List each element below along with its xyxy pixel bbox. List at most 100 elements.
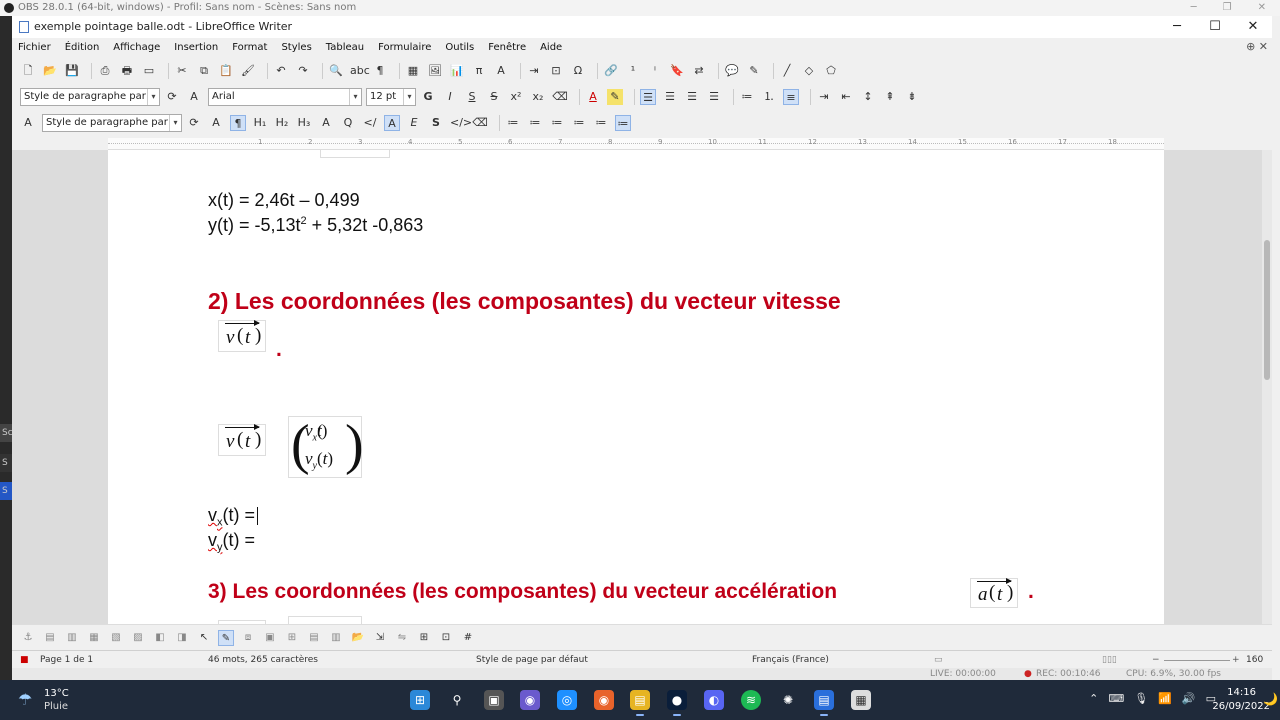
- status-language[interactable]: Français (France): [752, 651, 829, 669]
- obs-maximize-icon[interactable]: ❐: [1223, 0, 1232, 16]
- number-list-icon[interactable]: ≔: [527, 115, 543, 131]
- vy-line[interactable]: vy(t) =: [208, 530, 255, 554]
- insert-formula-icon[interactable]: π: [471, 63, 487, 79]
- insert-image-icon[interactable]: 🖼: [427, 63, 443, 79]
- status-selection-icon[interactable]: ▭: [934, 651, 943, 669]
- text-body-icon[interactable]: A: [318, 115, 334, 131]
- file-explorer-icon[interactable]: ▤: [630, 690, 650, 716]
- minimize-button[interactable]: ─: [1158, 16, 1196, 38]
- weather-condition[interactable]: Pluie: [44, 701, 68, 712]
- dash-list-icon[interactable]: ≔: [593, 115, 609, 131]
- weather-temperature[interactable]: 13°C: [44, 688, 69, 699]
- formula-vector-v-2[interactable]: v ( t ): [218, 424, 266, 456]
- no-list-icon[interactable]: ≔: [615, 115, 631, 131]
- italic-button[interactable]: I: [442, 89, 458, 105]
- helplines-icon[interactable]: #: [460, 630, 476, 646]
- quotations-icon[interactable]: Q: [340, 115, 356, 131]
- export-icon[interactable]: ⇲: [372, 630, 388, 646]
- page-break-icon[interactable]: ⇥: [526, 63, 542, 79]
- footnote-icon[interactable]: ¹: [625, 63, 641, 79]
- microphone-icon[interactable]: 🎙: [1134, 692, 1148, 705]
- menu-affichage[interactable]: Affichage: [113, 38, 160, 58]
- subscript-button[interactable]: x₂: [530, 89, 546, 105]
- clock-date[interactable]: 26/09/2022: [1212, 701, 1270, 712]
- spelling-icon[interactable]: abc: [350, 63, 370, 79]
- discord-icon[interactable]: ◐: [704, 690, 724, 710]
- wrap-left-icon[interactable]: ▨: [130, 630, 146, 646]
- scrollbar-thumb[interactable]: [1264, 240, 1270, 380]
- styles-icon[interactable]: A: [20, 115, 36, 131]
- line-spacing-icon[interactable]: ↕: [860, 89, 876, 105]
- font-color-icon[interactable]: A: [585, 89, 601, 105]
- save-icon[interactable]: 💾: [64, 63, 80, 79]
- wrap-page-icon[interactable]: ▦: [86, 630, 102, 646]
- bring-to-front-icon[interactable]: ◧: [152, 630, 168, 646]
- wrap-optimal-icon[interactable]: ▧: [108, 630, 124, 646]
- cut-off-formula-object-3[interactable]: [288, 616, 362, 624]
- increase-paragraph-spacing-icon[interactable]: ⇞: [882, 89, 898, 105]
- strong-emphasis-icon[interactable]: S: [428, 115, 444, 131]
- cross-reference-icon[interactable]: ⇄: [691, 63, 707, 79]
- close-button[interactable]: ✕: [1234, 16, 1272, 38]
- menu-format[interactable]: Format: [232, 38, 267, 58]
- wrap-icon[interactable]: ▤: [42, 630, 58, 646]
- insert-textbox-icon[interactable]: A: [493, 63, 509, 79]
- weather-rain-icon[interactable]: ☂: [18, 690, 32, 709]
- find-replace-icon[interactable]: 🔍: [328, 63, 344, 79]
- menu-styles[interactable]: Styles: [281, 38, 311, 58]
- strikethrough-button[interactable]: S: [486, 89, 502, 105]
- document-page[interactable]: x(t) = 2,46t – 0,499 y(t) = -5,13t2 + 5,…: [108, 150, 1164, 624]
- obs-left-panel-item[interactable]: S: [0, 454, 12, 472]
- new-style-icon[interactable]: A: [186, 89, 202, 105]
- align-right-icon[interactable]: ☰: [684, 89, 700, 105]
- new-style-icon[interactable]: A: [208, 115, 224, 131]
- notification-icon[interactable]: 🌙: [1263, 692, 1278, 706]
- volume-icon[interactable]: 🔊: [1182, 692, 1196, 705]
- keyboard-icon[interactable]: ⌨: [1108, 692, 1124, 705]
- status-word-count[interactable]: 46 mots, 265 caractères: [208, 651, 318, 669]
- draw-functions-icon[interactable]: ⬠: [823, 63, 839, 79]
- update-icon[interactable]: ⊕: [1246, 40, 1255, 53]
- obs-minimize-icon[interactable]: ─: [1191, 0, 1197, 16]
- redo-icon[interactable]: ↷: [295, 63, 311, 79]
- chevron-down-icon[interactable]: ▾: [147, 89, 159, 105]
- underline-button[interactable]: S: [464, 89, 480, 105]
- status-page-style[interactable]: Style de page par défaut: [476, 651, 588, 669]
- arrange-icon[interactable]: ▤: [306, 630, 322, 646]
- align-left-icon[interactable]: ☰: [640, 89, 656, 105]
- highlight-color-icon[interactable]: ✎: [607, 89, 623, 105]
- horizontal-ruler[interactable]: 1 2 3 4 5 6 7 8 9 10 11 12 13 14 15 16 1…: [108, 138, 1164, 150]
- wrap-off-icon[interactable]: ▥: [64, 630, 80, 646]
- send-to-back-icon[interactable]: ◨: [174, 630, 190, 646]
- font-size-combo[interactable]: 12 pt ▾: [366, 88, 416, 106]
- select-pointer-icon[interactable]: ↖: [196, 630, 212, 646]
- obs-close-icon[interactable]: ✕: [1258, 0, 1266, 16]
- paragraph-style-combo[interactable]: Style de paragraphe par déf ▾: [20, 88, 160, 106]
- grid-icon[interactable]: ⊞: [416, 630, 432, 646]
- open-folder-icon[interactable]: 📂: [350, 630, 366, 646]
- group-icon[interactable]: ⧈: [240, 630, 256, 646]
- hyperlink-icon[interactable]: 🔗: [603, 63, 619, 79]
- decrease-paragraph-spacing-icon[interactable]: ⇟: [904, 89, 920, 105]
- formula-vector-components[interactable]: ( vx(t) vy(t) ): [288, 414, 364, 478]
- obs-left-panel-item[interactable]: Sc: [0, 424, 13, 442]
- clock-time[interactable]: 14:16: [1227, 687, 1256, 698]
- menu-fenetre[interactable]: Fenêtre: [488, 38, 526, 58]
- bold-button[interactable]: G: [420, 89, 436, 105]
- snap-grid-icon[interactable]: ⊡: [438, 630, 454, 646]
- default-character-icon[interactable]: A: [384, 115, 400, 131]
- bookmark-icon[interactable]: 🔖: [669, 63, 685, 79]
- anchor-icon[interactable]: ⚓: [20, 630, 36, 646]
- status-signature-icon[interactable]: ■: [20, 651, 29, 669]
- vertical-scrollbar[interactable]: [1262, 150, 1272, 624]
- wifi-icon[interactable]: 📶: [1158, 692, 1172, 705]
- formatting-marks-icon[interactable]: ¶: [372, 63, 388, 79]
- increase-indent-icon[interactable]: ⇥: [816, 89, 832, 105]
- line-icon[interactable]: ╱: [779, 63, 795, 79]
- basic-shapes-icon[interactable]: ◇: [801, 63, 817, 79]
- regressi-app-icon[interactable]: ▦: [851, 690, 871, 710]
- align-center-icon[interactable]: ☰: [662, 89, 678, 105]
- bullet-list-icon[interactable]: ≔: [505, 115, 521, 131]
- no-character-style-icon[interactable]: ⌫: [472, 115, 488, 131]
- show-hidden-icons-icon[interactable]: ⌃: [1089, 692, 1098, 705]
